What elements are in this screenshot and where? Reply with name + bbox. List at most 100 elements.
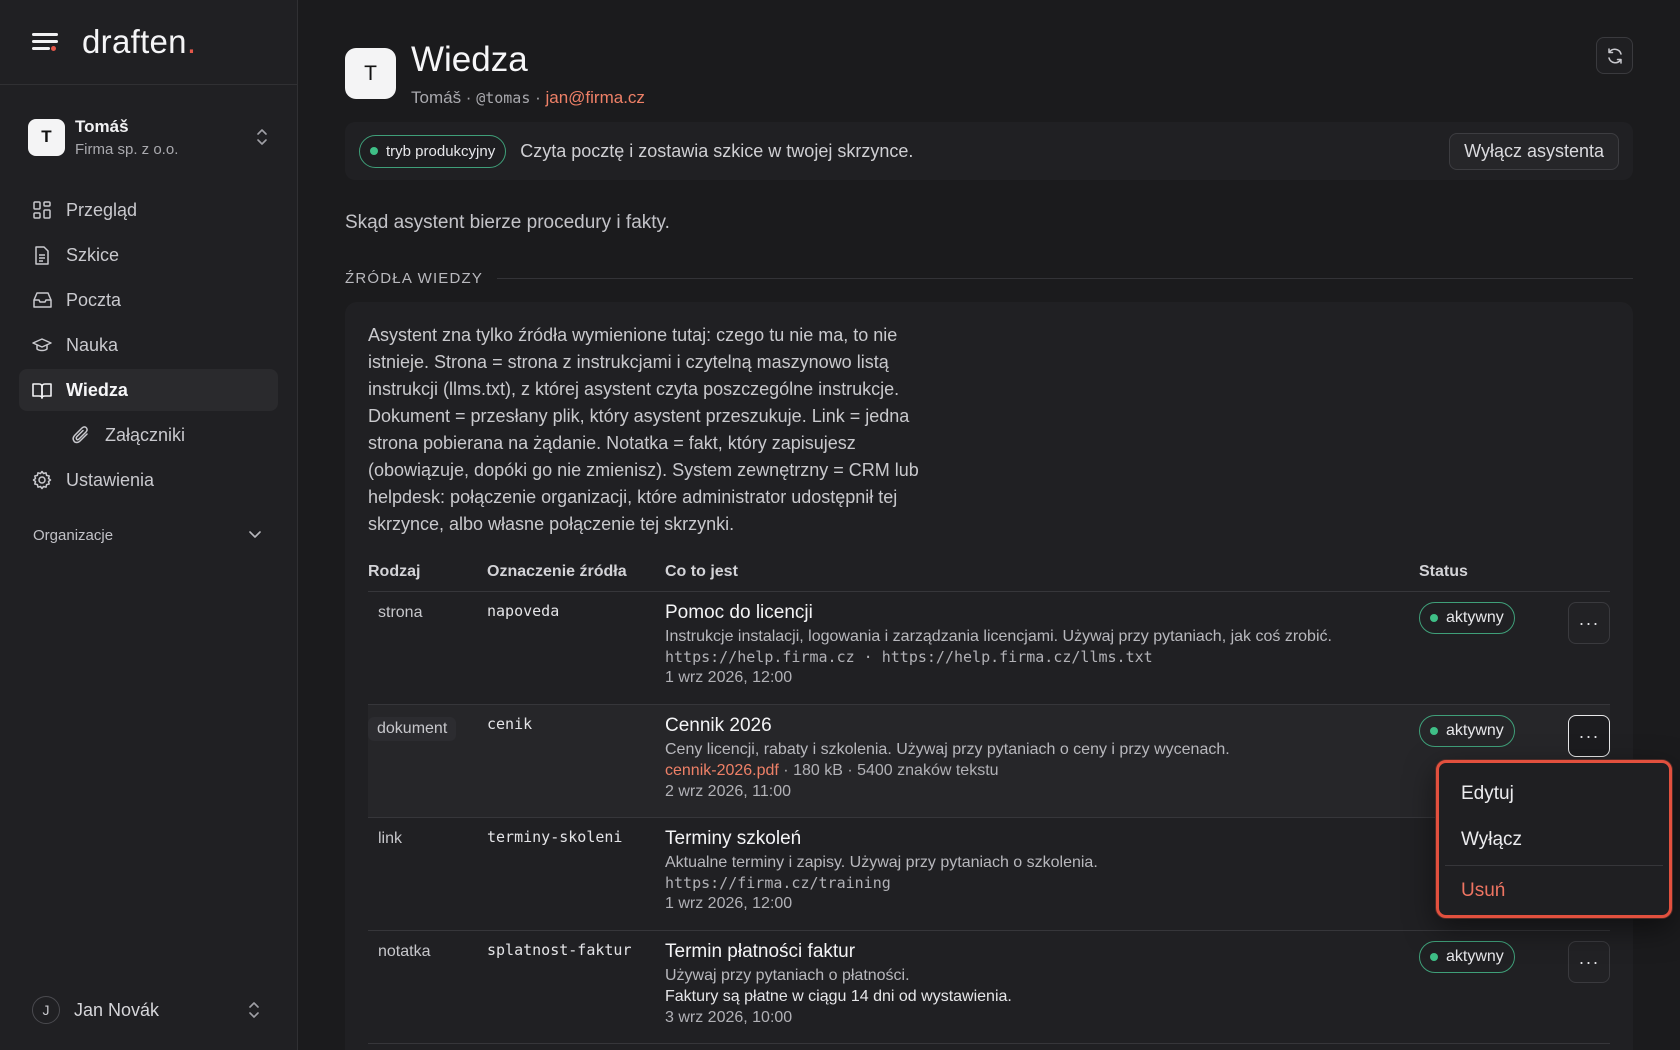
sources-intro: Asystent zna tylko źródła wymienione tut…: [368, 325, 919, 534]
page-avatar: T: [345, 48, 396, 99]
section-heading: ŹRÓDŁA WIEDZY: [345, 270, 1633, 287]
table-row: link terminy-skoleni Terminy szkoleń Akt…: [368, 818, 1610, 931]
row-actions-menu: Edytuj Wyłącz Usuń: [1436, 760, 1672, 918]
source-urls: https://firma.cz/training: [665, 874, 891, 892]
status-dot: [370, 147, 378, 155]
status-dot: [1430, 727, 1438, 735]
paperclip-icon: [71, 425, 91, 445]
page-lead: Skąd asystent bierze procedury i fakty.: [345, 212, 670, 233]
grid-icon: [32, 200, 52, 220]
mode-description: Czyta pocztę i zostawia szkice w twojej …: [520, 140, 914, 161]
nav-item-poczta[interactable]: Poczta: [19, 279, 278, 321]
source-id: splatnost-faktur: [487, 941, 632, 959]
mode-badge: tryb produkcyjny: [359, 134, 507, 168]
inbox-icon: [32, 290, 52, 310]
account-avatar: T: [28, 118, 65, 156]
mode-bar: tryb produkcyjny Czyta pocztę i zostawia…: [345, 122, 1633, 180]
owner-handle: @tomas: [476, 89, 531, 107]
account-name: Tomáš: [75, 116, 129, 136]
source-date: 1 wrz 2026, 12:00: [665, 669, 793, 686]
nav-item-wiedza[interactable]: Wiedza: [19, 369, 278, 411]
more-icon: ···: [1578, 612, 1600, 633]
source-id: napoveda: [487, 602, 560, 620]
source-fact: Faktury są płatne w ciągu 14 dni od wyst…: [665, 988, 1012, 1005]
account-org: Firma sp. z o.o.: [75, 140, 179, 158]
graduation-cap-icon: [32, 335, 52, 355]
source-kind: link: [378, 830, 403, 847]
source-date: 2 wrz 2026, 11:00: [665, 783, 792, 800]
nav-item-ustawienia[interactable]: Ustawienia: [19, 459, 278, 501]
source-urls: https://help.firma.cz · https://help.fir…: [665, 648, 1153, 666]
column-header: Oznaczenie źródła: [487, 562, 627, 580]
row-actions-button[interactable]: ···: [1568, 715, 1610, 757]
nav-item-szkice[interactable]: Szkice: [19, 234, 278, 276]
status-badge: aktywny: [1419, 602, 1515, 634]
source-file-link[interactable]: cennik-2026.pdf: [665, 762, 779, 779]
user-name: Jan Novák: [74, 999, 160, 1020]
user-menu[interactable]: J Jan Novák: [32, 996, 261, 1024]
nav-item-zalaczniki[interactable]: Załączniki: [19, 414, 278, 456]
main-nav: Przegląd Szkice Poczta Nauka Wiedza Załą…: [0, 189, 297, 501]
sources-card: Asystent zna tylko źródła wymienione tut…: [345, 302, 1633, 1050]
status-dot: [1430, 614, 1438, 622]
menu-icon[interactable]: [32, 31, 60, 53]
book-icon: [32, 380, 52, 400]
source-title: Cennik 2026: [665, 715, 772, 736]
source-id: cenik: [487, 715, 533, 733]
column-header: Co to jest: [665, 562, 738, 580]
source-title: Terminy szkoleń: [665, 828, 802, 849]
source-description: Instrukcje instalacji, logowania i zarzą…: [665, 628, 1332, 645]
nav-label: Wiedza: [66, 379, 128, 400]
source-file-info: cennik-2026.pdf · 180 kB · 5400 znaków t…: [665, 762, 1419, 780]
nav-label: Przegląd: [66, 199, 138, 220]
chevron-updown-icon: [249, 1002, 259, 1018]
nav-label: Ustawienia: [66, 469, 155, 490]
nav-label: Załączniki: [105, 424, 186, 445]
nav-label: Nauka: [66, 334, 119, 355]
column-header: Rodzaj: [368, 562, 421, 580]
divider: [497, 278, 1633, 279]
menu-item-delete[interactable]: Usuń: [1445, 868, 1663, 914]
sidebar: draften. T Tomáš Firma sp. z o.o. Przegl…: [0, 0, 298, 1050]
source-kind: dokument: [368, 715, 487, 817]
page-title: Wiedza: [411, 40, 528, 79]
page-header: T Wiedza Tomáš · @tomas · jan@firma.cz: [345, 37, 1633, 108]
status-badge: aktywny: [1419, 715, 1515, 747]
menu-item-disable[interactable]: Wyłącz: [1445, 817, 1663, 863]
source-kind: strona: [378, 604, 423, 621]
document-icon: [32, 245, 52, 265]
source-description: Aktualne terminy i zapisy. Używaj przy p…: [665, 854, 1098, 871]
nav-item-nauka[interactable]: Nauka: [19, 324, 278, 366]
owner-email[interactable]: jan@firma.cz: [545, 88, 644, 107]
source-date: 3 wrz 2026, 10:00: [665, 1009, 793, 1026]
source-description: Używaj przy pytaniach o płatności.: [665, 967, 910, 984]
menu-divider: [1445, 865, 1663, 866]
row-actions-button[interactable]: ···: [1568, 602, 1610, 644]
source-kind-label: dokument: [368, 717, 457, 741]
status-label: aktywny: [1446, 722, 1504, 739]
source-date: 1 wrz 2026, 12:00: [665, 895, 793, 912]
status-dot: [1430, 953, 1438, 961]
page-subtitle: Tomáš · @tomas · jan@firma.cz: [411, 88, 645, 108]
refresh-button[interactable]: [1596, 37, 1633, 74]
source-kind: notatka: [378, 943, 431, 960]
section-heading-text: ŹRÓDŁA WIEDZY: [345, 270, 484, 287]
organizations-label: Organizacje: [33, 526, 114, 544]
nav-label: Poczta: [66, 289, 122, 310]
gear-icon: [32, 470, 52, 490]
brand-bar: draften.: [0, 0, 297, 85]
organizations-toggle[interactable]: Organizacje: [0, 511, 297, 559]
nav-item-przeglad[interactable]: Przegląd: [19, 189, 278, 231]
menu-item-edit[interactable]: Edytuj: [1445, 771, 1663, 817]
account-switcher[interactable]: T Tomáš Firma sp. z o.o.: [0, 85, 297, 189]
separator: ·: [461, 88, 477, 107]
disable-assistant-button[interactable]: Wyłącz asystenta: [1449, 132, 1619, 170]
source-title: Pomoc do licencji: [665, 602, 813, 623]
brand-logo[interactable]: draften.: [82, 23, 196, 61]
row-actions-button[interactable]: ···: [1568, 941, 1610, 983]
source-id: terminy-skoleni: [487, 828, 623, 846]
status-badge: aktywny: [1419, 941, 1515, 973]
chevron-updown-icon: [257, 129, 267, 145]
refresh-icon: [1607, 47, 1622, 64]
table-row: strona napoveda Pomoc do licencji Instru…: [368, 592, 1610, 705]
